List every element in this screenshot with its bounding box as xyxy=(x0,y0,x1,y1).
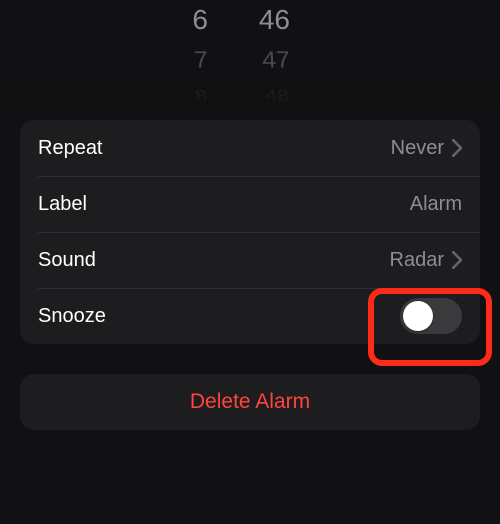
alarm-settings-group: Repeat Never Label Alarm Sound Radar xyxy=(20,120,480,344)
repeat-label: Repeat xyxy=(38,137,103,160)
chevron-right-icon xyxy=(452,251,462,269)
chevron-right-icon xyxy=(452,139,462,157)
picker-minute-option[interactable]: 48 xyxy=(208,83,292,110)
label-label: Label xyxy=(38,193,87,216)
snooze-label: Snooze xyxy=(38,305,106,328)
picker-minute-option[interactable]: 46 xyxy=(210,0,290,40)
time-picker-hours[interactable]: 6 7 8 xyxy=(128,0,208,110)
repeat-value: Never xyxy=(391,137,444,160)
sound-value: Radar xyxy=(390,249,444,272)
sound-cell[interactable]: Sound Radar xyxy=(20,232,480,288)
picker-minute-option[interactable]: 47 xyxy=(208,42,291,79)
time-picker-minutes[interactable]: 46 47 48 xyxy=(210,0,290,110)
snooze-toggle[interactable] xyxy=(400,298,462,334)
picker-hour-option[interactable]: 7 xyxy=(126,42,209,79)
delete-alarm-button[interactable]: Delete Alarm xyxy=(20,374,480,430)
picker-hour-option[interactable]: 8 xyxy=(126,83,210,110)
repeat-cell[interactable]: Repeat Never xyxy=(20,120,480,176)
label-value: Alarm xyxy=(410,193,462,216)
toggle-knob xyxy=(403,301,433,331)
snooze-cell: Snooze xyxy=(20,288,480,344)
label-cell[interactable]: Label Alarm xyxy=(20,176,480,232)
time-picker[interactable]: 6 7 8 46 47 48 xyxy=(0,0,500,110)
sound-label: Sound xyxy=(38,249,96,272)
picker-hour-option[interactable]: 6 xyxy=(128,0,208,40)
